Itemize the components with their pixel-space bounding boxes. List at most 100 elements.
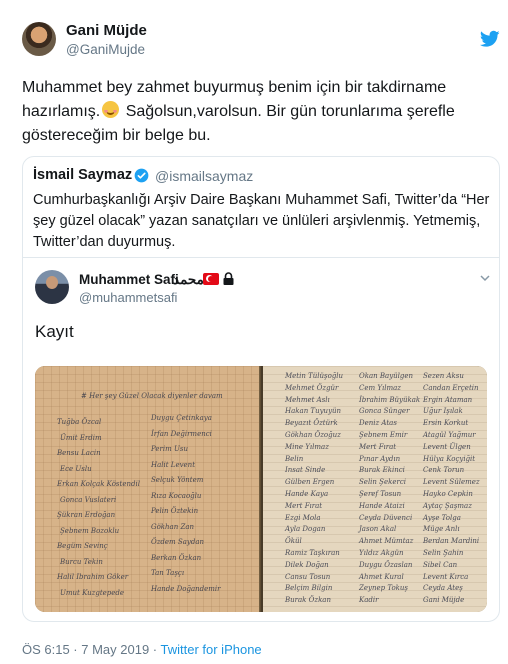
handwritten-name: Duygu Çetinkaya [151,414,212,422]
handwritten-name: Levent Ülgen [423,442,471,451]
handwritten-name: Jason Akal [359,525,397,534]
handwritten-name: Ece Uslu [60,464,92,473]
handwritten-name: Ayşe Tolga [423,513,461,522]
handwritten-name: Ergin Ataman [423,395,473,404]
handwritten-name: Insat Sinde [285,466,326,475]
handwritten-name: Şebnem Bozoklu [60,526,120,535]
author-avatar[interactable] [22,22,56,56]
handwritten-name: Hakan Tuyuyün [285,407,342,416]
handwritten-name: Belin [285,454,304,463]
handwritten-name: Cem Yılmaz [359,383,401,392]
embedded-author-avatar[interactable] [35,270,69,304]
verified-badge-icon [134,168,149,183]
handwritten-name: Tan Taşçı [151,569,185,577]
handwritten-name: Ökül [285,537,302,546]
lock-icon [223,272,234,285]
handwritten-name: Müge Anlı [423,525,460,534]
handwritten-name: Ramiz Taşkıran [285,549,340,557]
handwritten-name: Cansu Tosun [285,572,331,581]
handwritten-name: Begüm Sevinç [57,542,108,550]
handwritten-name: Dilek Doğan [285,560,329,569]
handwritten-name: Ümit Erdim [60,433,102,442]
handwritten-name: Rıza Kocaoğlu [151,491,202,500]
handwritten-name: Gülben Ergen [285,478,335,487]
embedded-tweet[interactable]: Muhammet Safi محمد @muhammetsafi Kayıt #… [23,257,499,621]
handwritten-name: Yıldız Akgün [359,549,404,557]
handwritten-name: Şebnem Emir [359,431,408,439]
quoted-tweet[interactable]: İsmail Saymaz @ismailsaymaz Cumhurbaşkan… [22,156,500,622]
handwritten-list-photo[interactable]: # Her şey Güzel Olacak diyenler davam Tuğ… [35,366,487,612]
handwritten-name: Ezgi Mola [285,513,321,522]
tweet-timestamp[interactable]: ÖS 6:15 · 7 May 2019 · [22,642,161,657]
author-name[interactable]: Gani Müjde [66,22,147,39]
tweet-source-link[interactable]: Twitter for iPhone [161,642,262,657]
embedded-tweet-text: Kayıt [35,322,74,341]
handwritten-header: # Her şey Güzel Olacak diyenler davam [81,392,223,400]
handwritten-name: İrfan Değirmenci [151,429,212,438]
handwritten-name: Gani Müjde [423,596,465,605]
handwritten-name: Hayko Cepkin [423,490,473,498]
handwritten-name: Burak Özkan [285,596,331,605]
handwritten-name: Gonca Vuslateri [60,495,117,504]
handwritten-name: Ahmet Mümtaz [359,537,414,546]
handwritten-name: Sibel Can [423,560,458,569]
photo-right-page: Metin Tülüşoğlu Mehmet Özgür Mehmet Aslı Ha… [263,366,487,612]
quote-author-handle[interactable]: @ismailsaymaz [155,168,253,184]
tweet-card: Gani Müjde @GaniMujde Muhammet bey zahme… [0,0,508,664]
smiling-face-emoji-icon [102,101,120,118]
handwritten-name: Berkan Özkan [151,553,202,562]
handwritten-name: Mert Fırat [359,442,397,451]
handwritten-name: Cenk Torun [423,466,465,475]
handwritten-name: Ayla Dogan [285,525,326,534]
handwritten-name: Tuğba Özcal [57,418,102,426]
handwritten-name: Pelin Öztekin [151,507,199,515]
handwritten-name: Halil Ibrahim Göker [57,573,129,581]
turkey-flag-icon [203,273,219,285]
handwritten-name: Hülya Koçyiğit [423,454,476,463]
handwritten-name: Mert Fırat [285,501,323,510]
handwritten-name: Burcu Tekin [60,557,103,566]
handwritten-name: Burak Ekinci [359,466,405,475]
handwritten-name: Beyazıt Öztürk [285,419,338,428]
quote-text: Cumhurbaşkanlığı Arşiv Daire Başkanı Muh… [33,192,490,250]
quote-author-name[interactable]: İsmail Saymaz [33,167,132,183]
handwritten-name: Bensu Lacin [57,449,101,457]
handwritten-name: Duygu Özaslan [359,560,413,569]
handwritten-name: Mehmet Aslı [285,395,330,404]
handwritten-name: Deniz Atas [359,419,397,428]
handwritten-name: Hande Kaya [285,490,329,498]
handwritten-name: Levent Kırca [423,572,469,581]
chevron-down-icon[interactable] [479,272,491,284]
twitter-bird-icon[interactable] [480,30,500,48]
handwritten-name: Atagül Yağmur [423,431,476,439]
embedded-author-handle[interactable]: @muhammetsafi [79,290,177,305]
tweet-footer: ÖS 6:15 · 7 May 2019 · Twitter for iPhon… [22,642,262,657]
handwritten-name: Şeref Tosun [359,490,402,498]
handwritten-name: Özdem Saydan [151,538,204,546]
embedded-author-name[interactable]: Muhammet Safi [79,272,179,287]
handwritten-name: Uğur Işılak [423,407,463,416]
author-handle[interactable]: @GaniMujde [66,42,145,57]
embedded-author-arabic-name: محمد [173,272,204,287]
handwritten-name: Zeynep Tokuş [359,584,408,593]
handwritten-name: Kadir [359,596,379,605]
handwritten-name: Ceyda Düvenci [359,513,413,522]
handwritten-name: Erkan Kolçak Köstendil [57,480,140,488]
handwritten-name: Selçuk Yöntem [151,476,204,484]
handwritten-name: Levent Sülemez [423,478,480,487]
handwritten-name: Hande Doğandemir [151,584,221,593]
handwritten-name: Ahmet Kural [359,572,404,581]
handwritten-name: Mine Yılmaz [285,442,329,451]
handwritten-name: Şükran Erdoğan [57,511,116,519]
handwritten-name: Selin Şahin [423,549,464,557]
handwritten-name: Gökhan Zan [151,522,195,531]
handwritten-name: Selin Şekerci [359,478,406,487]
handwritten-name: Mehmet Özgür [285,383,339,392]
handwritten-name: Hande Ataizi [359,501,405,510]
handwritten-name: Halit Levent [151,460,196,469]
handwritten-name: Berdan Mardini [423,537,480,546]
handwritten-name: Metin Tülüşoğlu [285,372,344,380]
handwritten-name: Perim Usu [151,445,188,453]
handwritten-name: Ersin Korkut [423,419,469,428]
handwritten-name: İbrahim Büyükak [359,395,421,404]
